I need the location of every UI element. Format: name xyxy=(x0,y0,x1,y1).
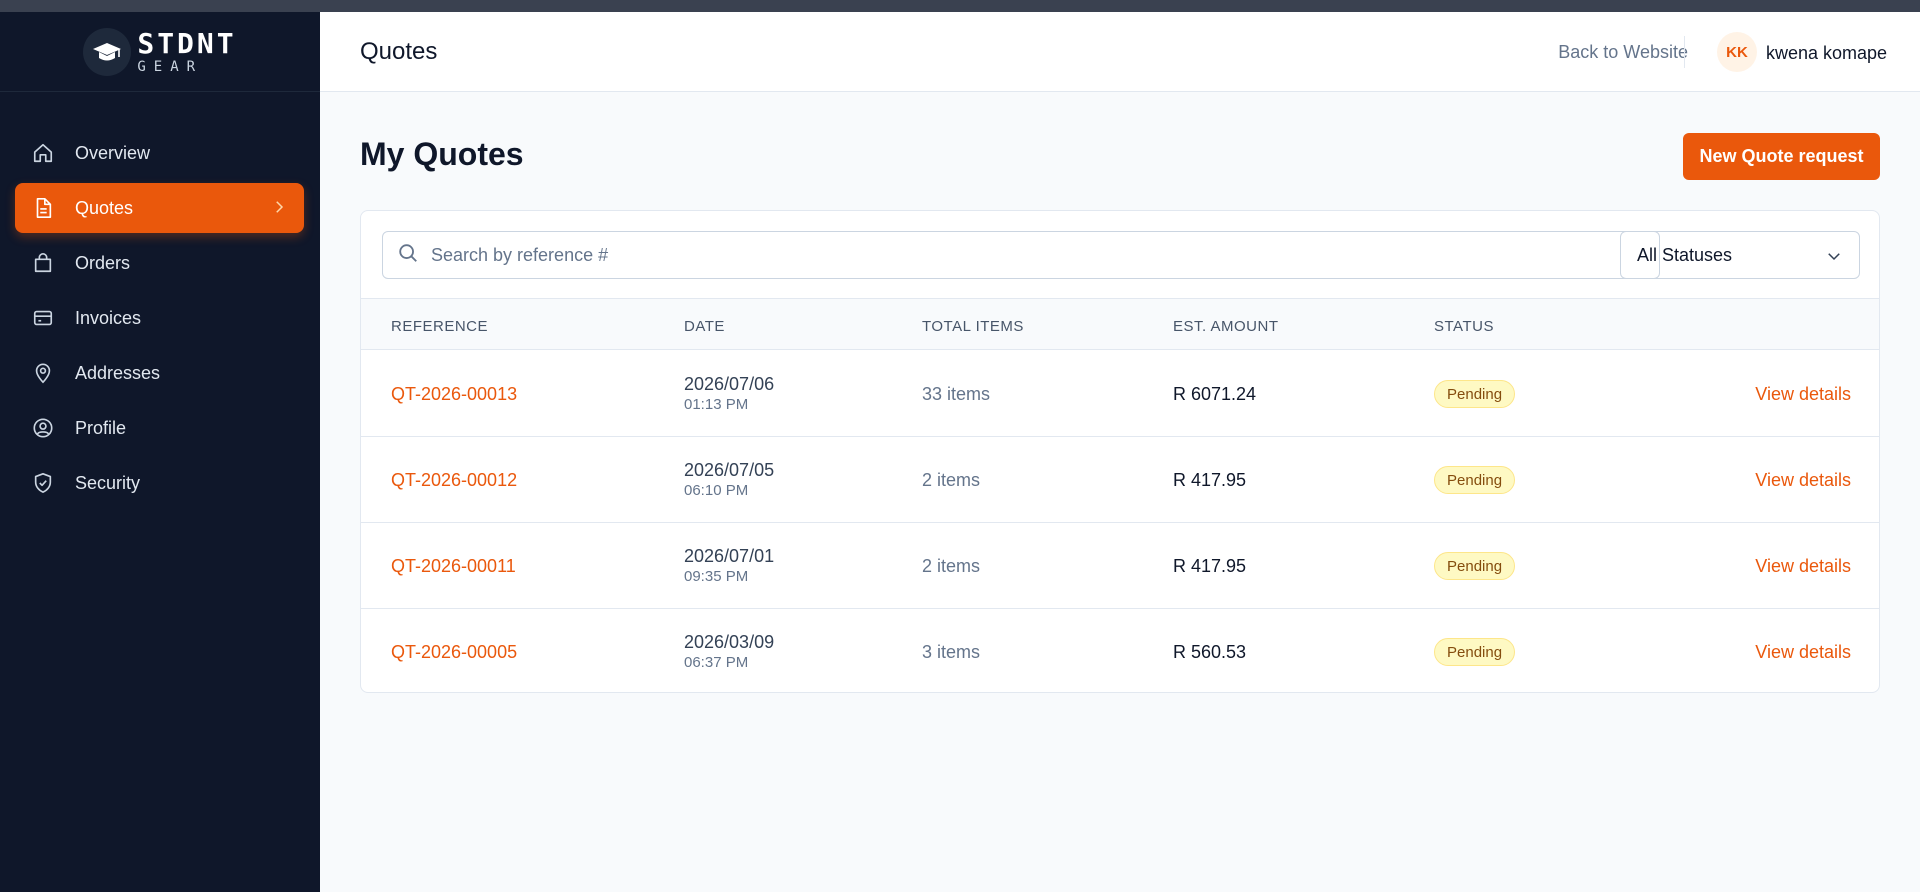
quote-reference-link[interactable]: QT-2026-00013 xyxy=(391,384,517,405)
shield-check-icon xyxy=(31,471,55,495)
quote-amount: R 6071.24 xyxy=(1173,384,1257,404)
chevron-right-icon xyxy=(270,198,288,221)
brand[interactable]: STDNT GEAR xyxy=(0,12,320,92)
column-header-status: STATUS xyxy=(1434,318,1494,335)
quote-date: 2026/07/06 xyxy=(684,374,775,394)
sidebar-item-addresses[interactable]: Addresses xyxy=(15,348,304,398)
status-badge: Pending xyxy=(1434,380,1516,408)
chevron-down-icon xyxy=(1825,247,1843,270)
search-input[interactable] xyxy=(431,244,1581,266)
map-pin-icon xyxy=(31,361,55,385)
table-row: QT-2026-00011 2026/07/01 09:35 PM 2 item… xyxy=(361,523,1879,609)
sidebar-item-orders[interactable]: Orders xyxy=(15,238,304,288)
user-circle-icon xyxy=(31,416,55,440)
sidebar-item-label: Orders xyxy=(75,252,131,273)
quote-amount: R 417.95 xyxy=(1173,470,1247,490)
back-to-website-link[interactable]: Back to Website xyxy=(1558,42,1688,63)
document-icon xyxy=(31,196,55,220)
shopping-bag-icon xyxy=(31,251,55,275)
status-badge: Pending xyxy=(1434,552,1516,580)
table-row: QT-2026-00013 2026/07/06 01:13 PM 33 ite… xyxy=(361,351,1879,437)
sidebar-item-label: Security xyxy=(75,472,141,493)
quote-time: 06:10 PM xyxy=(684,482,749,499)
quote-items: 2 items xyxy=(922,556,981,576)
sidebar-item-label: Addresses xyxy=(75,362,161,383)
header-divider xyxy=(1684,36,1685,68)
view-details-link[interactable]: View details xyxy=(1755,384,1851,405)
status-filter-select[interactable]: All Statuses xyxy=(1620,231,1860,279)
quote-items: 33 items xyxy=(922,384,991,404)
main-heading: My Quotes xyxy=(360,136,524,172)
sidebar-item-security[interactable]: Security xyxy=(15,458,304,508)
quote-time: 06:37 PM xyxy=(684,654,749,671)
sidebar-item-profile[interactable]: Profile xyxy=(15,403,304,453)
brand-subtitle: GEAR xyxy=(137,58,204,75)
home-icon xyxy=(31,141,55,165)
search-field[interactable] xyxy=(382,231,1660,279)
sidebar-item-invoices[interactable]: Invoices xyxy=(15,293,304,343)
graduation-cap-icon xyxy=(83,27,132,76)
quote-items: 3 items xyxy=(922,642,981,662)
sidebar-item-overview[interactable]: Overview xyxy=(15,128,304,178)
column-header-est-amount: EST. AMOUNT xyxy=(1173,318,1279,335)
view-details-link[interactable]: View details xyxy=(1755,556,1851,577)
window-top-strip xyxy=(0,0,1920,12)
credit-card-icon xyxy=(31,306,55,330)
quote-reference-link[interactable]: QT-2026-00005 xyxy=(391,642,517,663)
table-row: QT-2026-00012 2026/07/05 06:10 PM 2 item… xyxy=(361,437,1879,523)
quote-date: 2026/07/01 xyxy=(684,546,775,566)
quote-amount: R 560.53 xyxy=(1173,642,1247,662)
table-row: QT-2026-00005 2026/03/09 06:37 PM 3 item… xyxy=(361,609,1879,692)
sidebar-nav: Overview Quotes Orders Invoices Addresse… xyxy=(0,92,320,508)
new-quote-request-button[interactable]: New Quote request xyxy=(1683,133,1880,180)
sidebar-item-label: Invoices xyxy=(75,307,142,328)
user-name[interactable]: kwena komape xyxy=(1766,43,1887,64)
quote-reference-link[interactable]: QT-2026-00012 xyxy=(391,470,517,491)
brand-name: STDNT xyxy=(137,26,237,60)
quote-items: 2 items xyxy=(922,470,981,490)
quote-date: 2026/03/09 xyxy=(684,632,775,652)
sidebar-item-label: Quotes xyxy=(75,197,134,218)
avatar[interactable]: KK xyxy=(1717,32,1757,72)
quote-amount: R 417.95 xyxy=(1173,556,1247,576)
quote-reference-link[interactable]: QT-2026-00011 xyxy=(391,556,516,577)
sidebar-item-label: Profile xyxy=(75,417,127,438)
status-badge: Pending xyxy=(1434,638,1516,666)
column-header-reference: REFERENCE xyxy=(391,318,489,335)
view-details-link[interactable]: View details xyxy=(1755,470,1851,491)
column-header-total-items: TOTAL ITEMS xyxy=(922,318,1024,335)
quotes-card: All Statuses REFERENCE DATE TOTAL ITEMS … xyxy=(360,210,1880,693)
table-header: REFERENCE DATE TOTAL ITEMS EST. AMOUNT S… xyxy=(361,298,1879,350)
status-badge: Pending xyxy=(1434,466,1516,494)
view-details-link[interactable]: View details xyxy=(1755,642,1851,663)
search-icon xyxy=(397,242,419,269)
column-header-date: DATE xyxy=(684,318,725,335)
sidebar: STDNT GEAR Overview Quotes Orders Invoic… xyxy=(0,12,320,892)
page-title: Quotes xyxy=(360,38,438,65)
quote-time: 09:35 PM xyxy=(684,568,749,585)
status-filter-value: All Statuses xyxy=(1637,244,1733,265)
top-header: Quotes Back to Website KK kwena komape xyxy=(320,12,1920,92)
quote-date: 2026/07/05 xyxy=(684,460,775,480)
sidebar-item-quotes[interactable]: Quotes xyxy=(15,183,304,233)
sidebar-item-label: Overview xyxy=(75,142,151,163)
quote-time: 01:13 PM xyxy=(684,396,749,413)
